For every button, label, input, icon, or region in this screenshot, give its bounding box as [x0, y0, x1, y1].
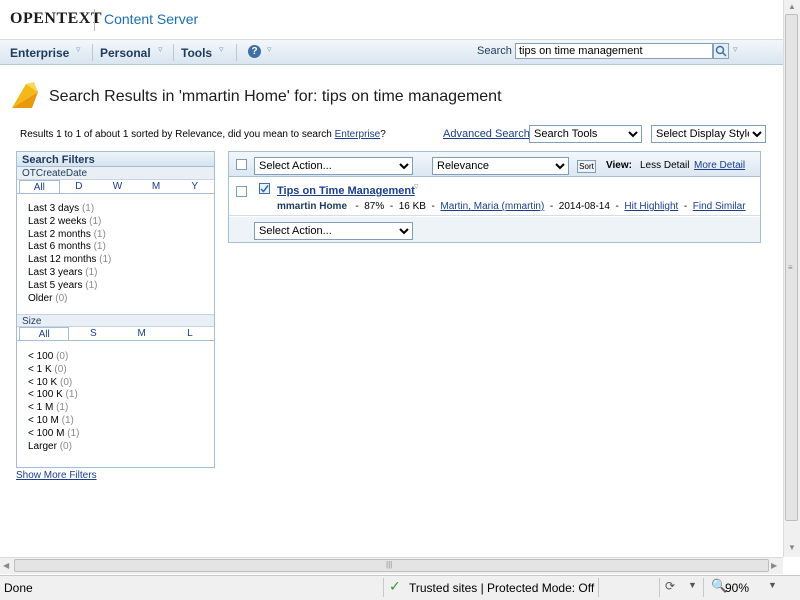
size-tab-small[interactable]: S: [69, 327, 117, 340]
date-tab-month[interactable]: M: [137, 180, 176, 193]
list-item[interactable]: Last 3 years (1): [28, 267, 203, 280]
scroll-left-arrow-icon[interactable]: ◀: [3, 561, 9, 570]
list-item[interactable]: < 10 M (1): [28, 415, 203, 428]
magnifier-icon: [715, 45, 727, 57]
date-tab-all[interactable]: All: [19, 180, 60, 193]
zoom-chevron-icon[interactable]: ▼: [768, 580, 777, 590]
page-title: Search Results in 'mmartin Home' for: ti…: [49, 88, 502, 105]
date-filter-heading: OTCreateDate: [17, 167, 214, 180]
list-item[interactable]: Last 2 months (1): [28, 229, 203, 242]
bottom-select-action-dropdown[interactable]: Select Action...: [254, 222, 413, 240]
search-go-button[interactable]: [713, 43, 729, 59]
status-divider: [383, 578, 384, 597]
list-item[interactable]: < 100 K (1): [28, 389, 203, 402]
list-item[interactable]: Last 12 months (1): [28, 254, 203, 267]
list-item[interactable]: Larger (0): [28, 441, 203, 454]
nav-personal-chevron-icon[interactable]: ▿: [158, 44, 163, 55]
nav-divider: [236, 44, 237, 61]
opentext-logo[interactable]: OpenText: [10, 10, 102, 28]
result-size: 16 KB: [398, 201, 426, 212]
help-icon[interactable]: ?: [248, 45, 261, 58]
results-summary: Results 1 to 1 of about 1 sorted by Rele…: [20, 129, 386, 140]
search-filters-panel: Search Filters OTCreateDate All D W M Y …: [16, 151, 215, 468]
list-item[interactable]: Last 2 weeks (1): [28, 216, 203, 229]
nav-enterprise-chevron-icon[interactable]: ▿: [76, 44, 81, 55]
status-divider: [598, 578, 599, 597]
sort-button[interactable]: Sort: [577, 160, 596, 173]
date-filter-list: Last 3 days (1) Last 2 weeks (1) Last 2 …: [17, 194, 214, 314]
nav-divider: [92, 44, 93, 61]
nav-divider: [173, 44, 174, 61]
hit-highlight-link[interactable]: Hit Highlight: [624, 201, 678, 212]
list-item[interactable]: < 1 K (0): [28, 364, 203, 377]
search-enterprise-link[interactable]: Enterprise: [335, 129, 381, 140]
status-divider: [703, 578, 704, 597]
result-owner-link[interactable]: Martin, Maria (mmartin): [440, 201, 544, 212]
size-tab-large[interactable]: L: [166, 327, 214, 340]
select-all-checkbox[interactable]: [236, 159, 247, 170]
result-metadata: mmartin Home - 87% - 16 KB - Martin, Mar…: [277, 201, 746, 212]
scroll-right-arrow-icon[interactable]: ▶: [771, 561, 777, 570]
result-title-link[interactable]: Tips on Time Management: [277, 185, 415, 197]
security-zone-text[interactable]: Trusted sites | Protected Mode: Off: [409, 581, 594, 595]
horizontal-thumb-grip-icon: |||: [386, 560, 393, 569]
list-item[interactable]: Older (0): [28, 293, 203, 306]
nav-tools[interactable]: Tools: [181, 46, 212, 60]
size-filter-tabs: All S M L: [17, 327, 214, 341]
checkmark-icon: ✓: [389, 578, 401, 594]
results-summary-suffix: ?: [380, 129, 386, 140]
list-item[interactable]: Last 5 years (1): [28, 280, 203, 293]
search-results-icon: [10, 80, 40, 110]
status-divider: [659, 578, 660, 597]
vertical-thumb-grip-icon: ≡: [788, 263, 793, 272]
sort-by-dropdown[interactable]: Relevance: [432, 157, 569, 175]
protected-mode-chevron-icon[interactable]: ▼: [688, 580, 697, 590]
list-item[interactable]: < 10 K (0): [28, 377, 203, 390]
find-similar-link[interactable]: Find Similar: [693, 201, 746, 212]
search-label: Search: [477, 45, 512, 57]
search-filters-heading: Search Filters: [17, 152, 214, 167]
logo-divider: [94, 9, 95, 31]
advanced-search-link[interactable]: Advanced Search: [443, 128, 530, 140]
document-icon[interactable]: [259, 183, 270, 194]
size-tab-medium[interactable]: M: [118, 327, 166, 340]
scroll-down-arrow-icon[interactable]: ▼: [788, 543, 796, 552]
nav-tools-chevron-icon[interactable]: ▿: [219, 44, 224, 55]
list-item[interactable]: < 1 M (1): [28, 402, 203, 415]
size-filter-heading: Size: [17, 314, 214, 327]
status-text: Done: [4, 581, 33, 595]
nav-help-chevron-icon[interactable]: ▿: [267, 44, 272, 55]
result-location[interactable]: mmartin Home: [277, 201, 347, 212]
show-more-filters-link[interactable]: Show More Filters: [16, 470, 97, 481]
scroll-up-arrow-icon[interactable]: ▲: [788, 2, 796, 11]
list-item[interactable]: < 100 (0): [28, 351, 203, 364]
more-detail-link[interactable]: More Detail: [694, 160, 745, 171]
date-filter-tabs: All D W M Y: [17, 180, 214, 194]
protected-mode-icon[interactable]: ⟳: [665, 579, 675, 593]
date-tab-day[interactable]: D: [60, 180, 99, 193]
result-relevance: 87%: [364, 201, 385, 212]
list-item[interactable]: Last 6 months (1): [28, 241, 203, 254]
view-label: View:: [606, 160, 632, 171]
list-item[interactable]: < 100 M (1): [28, 428, 203, 441]
result-date: 2014-08-14: [558, 201, 610, 212]
nav-personal[interactable]: Personal: [100, 46, 151, 60]
search-options-chevron-icon[interactable]: ▿: [733, 44, 738, 55]
select-action-dropdown[interactable]: Select Action...: [254, 157, 413, 175]
size-tab-all[interactable]: All: [19, 327, 70, 340]
product-name: Content Server: [104, 11, 199, 27]
date-tab-year[interactable]: Y: [175, 180, 214, 193]
list-item[interactable]: Last 3 days (1): [28, 203, 203, 216]
results-summary-text: Results 1 to 1 of about 1 sorted by Rele…: [20, 129, 335, 140]
nav-enterprise[interactable]: Enterprise: [10, 46, 69, 60]
less-detail-option: Less Detail: [640, 160, 690, 171]
result-checkbox[interactable]: [236, 186, 247, 197]
search-tools-select[interactable]: Search Tools: [529, 125, 642, 143]
display-style-select[interactable]: Select Display Style: [651, 125, 766, 143]
size-filter-list: < 100 (0) < 1 K (0) < 10 K (0) < 100 K (…: [17, 341, 214, 459]
zoom-level[interactable]: 90%: [725, 581, 749, 595]
date-tab-week[interactable]: W: [98, 180, 137, 193]
result-menu-chevron-icon[interactable]: ▿: [414, 181, 419, 192]
search-input[interactable]: [515, 43, 713, 59]
